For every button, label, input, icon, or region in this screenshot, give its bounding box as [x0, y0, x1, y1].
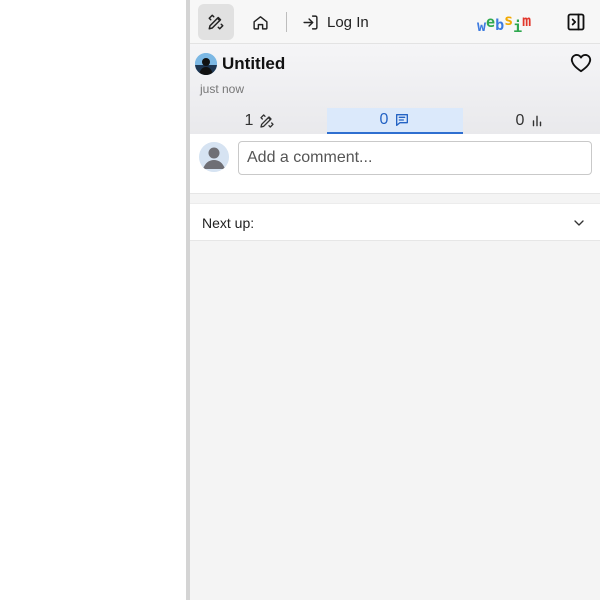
- view-count: 0: [515, 112, 525, 129]
- tab-remixes[interactable]: 1: [192, 108, 328, 134]
- like-button[interactable]: [570, 53, 594, 75]
- logo-letter: w: [477, 17, 487, 35]
- person-icon: [199, 142, 229, 172]
- tab-views[interactable]: 0: [462, 108, 598, 134]
- top-toolbar: Log In websim: [190, 0, 600, 44]
- collapse-panel-button[interactable]: [562, 8, 590, 36]
- preview-pane: [0, 0, 186, 600]
- project-title: Untitled: [222, 54, 286, 73]
- project-header: Untitled just now 1 0 0: [190, 44, 600, 134]
- login-arrow-icon: [303, 14, 318, 30]
- bar-chart-icon: [533, 115, 542, 127]
- comment-icon: [396, 114, 409, 126]
- tools-button[interactable]: [198, 4, 234, 40]
- login-button[interactable]: Log In: [302, 4, 369, 40]
- wrench-pencil-icon: [208, 14, 224, 30]
- wrench-pencil-icon: [260, 114, 275, 128]
- author-avatar[interactable]: [195, 53, 217, 75]
- home-icon: [252, 15, 268, 30]
- chevron-down-icon[interactable]: [571, 215, 587, 231]
- comment-input[interactable]: [238, 141, 592, 175]
- logo-letter: b: [495, 16, 505, 34]
- remix-count: 1: [244, 112, 254, 129]
- tab-comments[interactable]: 0: [327, 108, 463, 134]
- panel-collapse-icon: [567, 13, 585, 31]
- content-area: [190, 252, 600, 600]
- websim-logo[interactable]: websim: [477, 9, 532, 36]
- toolbar-separator: [286, 12, 287, 32]
- next-up-section[interactable]: Next up:: [190, 203, 600, 241]
- logo-letter: e: [486, 13, 496, 31]
- user-avatar: [199, 142, 229, 172]
- logo-letter: i: [513, 18, 523, 36]
- comment-count: 0: [379, 111, 389, 128]
- home-button[interactable]: [244, 4, 276, 40]
- heart-icon: [570, 54, 592, 73]
- logo-letter: s: [504, 11, 514, 29]
- stats-tabs: 1 0 0: [190, 108, 600, 134]
- logo-letter: m: [522, 12, 532, 30]
- next-up-label: Next up:: [202, 215, 255, 231]
- side-panel: Log In websim Untitled just now 1 0 0 Ad…: [190, 0, 600, 600]
- login-label: Log In: [327, 13, 369, 31]
- timestamp: just now: [200, 82, 245, 96]
- comment-composer: [190, 134, 600, 194]
